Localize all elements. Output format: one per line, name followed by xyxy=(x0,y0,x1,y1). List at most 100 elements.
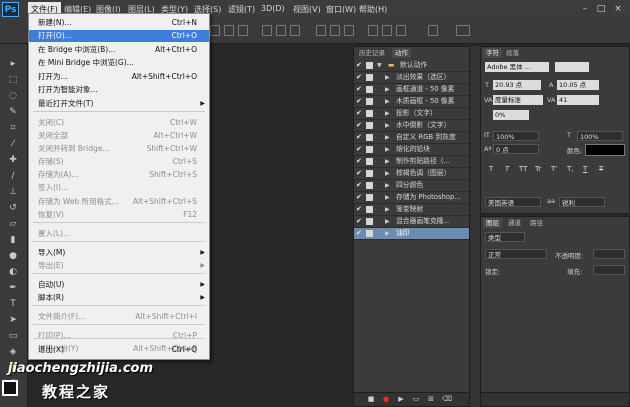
distribute-bottom-icon[interactable] xyxy=(344,25,354,36)
all-caps-icon[interactable]: TT xyxy=(519,165,527,173)
action-row[interactable]: ✔ ▶ 熔化的铅块 xyxy=(354,144,469,156)
file-menu-item[interactable]: 打开为智能对象... xyxy=(29,84,209,96)
new-set-icon[interactable]: ▭ xyxy=(412,396,420,403)
action-row[interactable]: ✔ ▶ 淡出效果（选区） xyxy=(354,72,469,84)
delete-icon[interactable]: ⌫ xyxy=(442,396,452,403)
action-row[interactable]: ✔ ▶ 水中倒影（文字） xyxy=(354,120,469,132)
align-bottom-icon[interactable] xyxy=(238,25,248,36)
expand-arrow-icon[interactable]: ▶ xyxy=(385,204,390,215)
pen-tool-icon[interactable]: ✒ xyxy=(6,282,20,294)
check-icon[interactable]: ✔ xyxy=(356,216,362,227)
file-menu-item[interactable]: 打印(P)... Ctrl+P xyxy=(29,330,209,342)
stop-icon[interactable]: ■ xyxy=(367,396,375,403)
file-menu-item[interactable]: 导入(M) ▶ xyxy=(29,247,209,259)
align-vcenter-icon[interactable] xyxy=(224,25,234,36)
dialog-toggle-icon[interactable] xyxy=(366,62,373,69)
history-brush-tool-icon[interactable]: ↺ xyxy=(6,202,20,214)
fill-input[interactable] xyxy=(593,265,625,275)
file-menu-item[interactable]: 存储为(A)... Shift+Ctrl+S xyxy=(29,169,209,181)
gradient-tool-icon[interactable]: ▮ xyxy=(6,234,20,246)
file-menu-item[interactable]: 打开(O)... Ctrl+O xyxy=(29,30,209,42)
check-icon[interactable]: ✔ xyxy=(356,156,362,167)
eraser-tool-icon[interactable]: ▱ xyxy=(6,218,20,230)
action-row[interactable]: ✔ ▶ 木质画框 - 50 像素 xyxy=(354,96,469,108)
tab-character[interactable]: 字符 xyxy=(483,48,502,58)
expand-arrow-icon[interactable]: ▶ xyxy=(385,216,390,227)
expand-arrow-icon[interactable]: ▶ xyxy=(385,108,390,119)
file-menu-item[interactable]: 在 Bridge 中浏览(B)... Alt+Ctrl+O xyxy=(29,44,209,56)
menu-3d[interactable]: 3D(D) xyxy=(261,4,285,13)
check-icon[interactable]: ✔ xyxy=(356,144,362,155)
file-menu-item[interactable]: 文件简介(F)... Alt+Shift+Ctrl+I xyxy=(29,311,209,323)
crop-tool-icon[interactable]: ⌗ xyxy=(6,122,20,134)
lasso-tool-icon[interactable]: ◌ xyxy=(6,90,20,102)
kerning-select[interactable]: 度量标准 xyxy=(493,95,543,105)
close-icon[interactable]: × xyxy=(611,3,625,15)
rectangle-tool-icon[interactable]: ▭ xyxy=(6,330,20,342)
font-style-select[interactable] xyxy=(555,62,589,72)
file-menu-item[interactable]: 最近打开文件(T) ▶ xyxy=(29,98,209,110)
font-family-select[interactable]: Adobe 黑体 ... xyxy=(485,62,549,72)
expand-arrow-icon[interactable]: ▶ xyxy=(385,132,390,143)
expand-arrow-icon[interactable]: ▶ xyxy=(385,144,390,155)
file-menu-item[interactable]: 置入(L)... xyxy=(29,228,209,240)
menu-filter[interactable]: 滤镜(T) xyxy=(228,4,255,15)
align-left-icon[interactable] xyxy=(262,25,272,36)
file-menu-item[interactable]: 存储(S) Ctrl+S xyxy=(29,156,209,168)
expand-arrow-icon[interactable]: ▶ xyxy=(385,180,390,191)
tab-layers[interactable]: 图层 xyxy=(483,218,502,228)
action-row[interactable]: ✔ ▶ 油印 xyxy=(354,228,469,240)
font-size-input[interactable]: 20.93 点 xyxy=(493,80,541,90)
file-menu-item[interactable]: 脚本(R) ▶ xyxy=(29,292,209,304)
subscript-icon[interactable]: T, xyxy=(567,165,574,173)
expand-arrow-icon[interactable]: ▶ xyxy=(385,228,390,239)
move-tool-icon[interactable]: ▸ xyxy=(6,58,20,70)
dialog-toggle-icon[interactable] xyxy=(366,146,373,153)
file-menu-item[interactable]: 自动(U) ▶ xyxy=(29,279,209,291)
action-set-row[interactable]: ✔ ▼ ▬ 默认动作 xyxy=(354,60,469,72)
tab-paragraph[interactable]: 段落 xyxy=(503,48,522,58)
menu-view[interactable]: 视图(V) xyxy=(293,4,321,15)
check-icon[interactable]: ✔ xyxy=(356,192,362,203)
tab-actions[interactable]: 动作 xyxy=(392,48,411,58)
action-row[interactable]: ✔ ▶ 渐变映射 xyxy=(354,204,469,216)
file-menu-item[interactable]: 关闭并转到 Bridge... Shift+Ctrl+W xyxy=(29,143,209,155)
type-tool-icon[interactable]: T xyxy=(6,298,20,310)
expand-arrow-icon[interactable]: ▼ xyxy=(377,60,382,71)
check-icon[interactable]: ✔ xyxy=(356,228,362,239)
action-row[interactable]: ✔ ▶ 投影（文字） xyxy=(354,108,469,120)
expand-arrow-icon[interactable]: ▶ xyxy=(385,96,390,107)
check-icon[interactable]: ✔ xyxy=(356,84,362,95)
quick-select-tool-icon[interactable]: ✎ xyxy=(6,106,20,118)
dialog-toggle-icon[interactable] xyxy=(366,218,373,225)
dialog-toggle-icon[interactable] xyxy=(366,134,373,141)
opacity-input[interactable] xyxy=(593,249,625,259)
baseline-shift-input[interactable]: 0 点 xyxy=(493,144,539,154)
check-icon[interactable]: ✔ xyxy=(356,120,362,131)
distribute-hcenter-icon[interactable] xyxy=(382,25,392,36)
dialog-toggle-icon[interactable] xyxy=(366,110,373,117)
expand-arrow-icon[interactable]: ▶ xyxy=(385,84,390,95)
3d-mode-icon[interactable] xyxy=(456,25,470,36)
clone-stamp-tool-icon[interactable]: ⊥ xyxy=(6,186,20,198)
dialog-toggle-icon[interactable] xyxy=(366,98,373,105)
dialog-toggle-icon[interactable] xyxy=(366,182,373,189)
faux-bold-icon[interactable]: T xyxy=(489,165,493,173)
underline-icon[interactable]: T xyxy=(583,165,587,173)
vertical-scale-input[interactable]: 100% xyxy=(493,131,539,141)
file-menu-item[interactable]: 关闭(C) Ctrl+W xyxy=(29,117,209,129)
check-icon[interactable]: ✔ xyxy=(356,108,362,119)
dialog-toggle-icon[interactable] xyxy=(366,230,373,237)
action-row[interactable]: ✔ ▶ 自定义 RGB 到灰度 xyxy=(354,132,469,144)
file-menu-item[interactable]: 退出(X) Ctrl+Q xyxy=(29,344,209,356)
3d-tool-icon[interactable]: ◈ xyxy=(6,346,20,358)
play-icon[interactable]: ▶ xyxy=(397,396,405,403)
tab-channels[interactable]: 通道 xyxy=(505,218,524,228)
tab-paths[interactable]: 路径 xyxy=(527,218,546,228)
dialog-toggle-icon[interactable] xyxy=(366,158,373,165)
menu-help[interactable]: 帮助(H) xyxy=(359,4,387,15)
horizontal-scale-input[interactable]: 100% xyxy=(577,131,623,141)
brush-tool-icon[interactable]: ∕ xyxy=(6,170,20,182)
expand-arrow-icon[interactable]: ▶ xyxy=(385,156,390,167)
file-menu-item[interactable]: 新建(N)... Ctrl+N xyxy=(29,17,209,29)
